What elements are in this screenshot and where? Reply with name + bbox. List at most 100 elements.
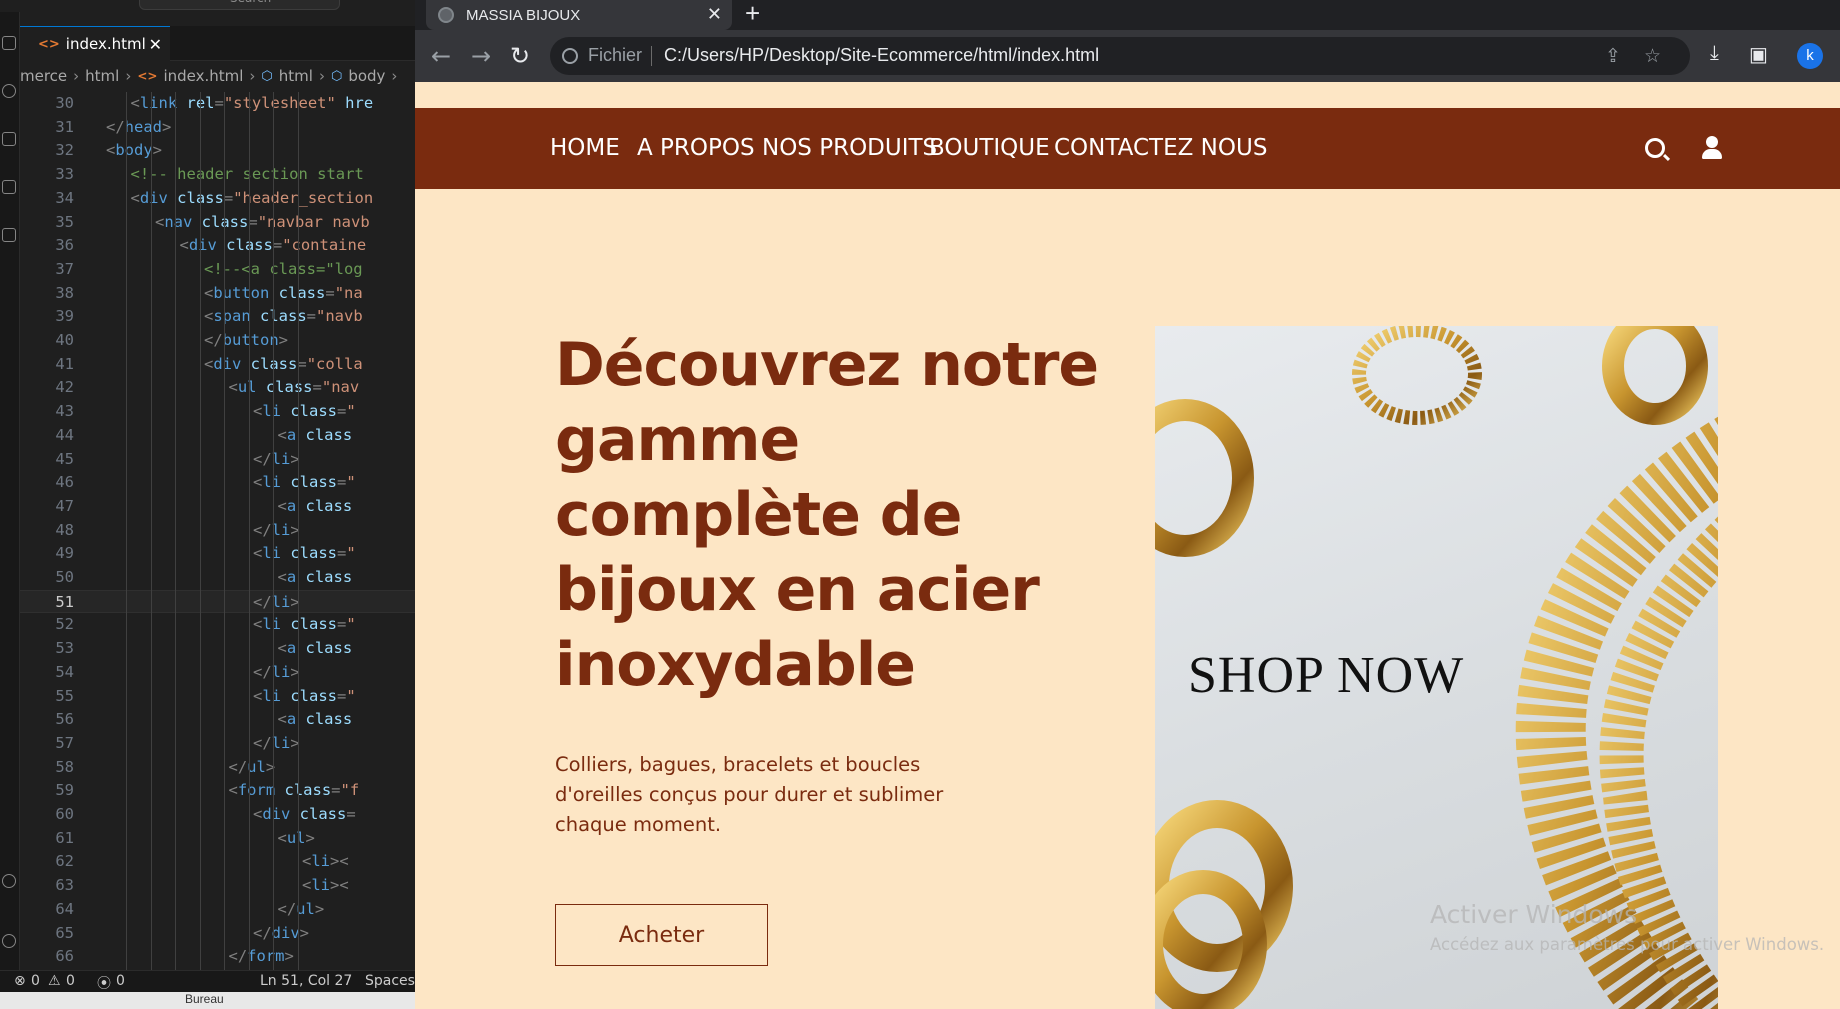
taskbar-item[interactable]: Bureau — [185, 992, 224, 1006]
code-line[interactable]: 61 <ul> — [20, 827, 415, 851]
code-line[interactable]: 66 </form> — [20, 945, 415, 969]
close-icon[interactable]: ✕ — [707, 4, 722, 25]
ports-count[interactable]: 0 — [116, 973, 125, 989]
code-line[interactable]: 38 <button class="na — [20, 282, 415, 306]
line-number: 33 — [55, 165, 74, 184]
breadcrumb-item[interactable]: merce — [20, 67, 67, 85]
code-line[interactable]: 30 <link rel="stylesheet" hre — [20, 92, 415, 116]
avatar[interactable]: k — [1797, 43, 1823, 69]
star-icon[interactable]: ☆ — [1644, 45, 1661, 68]
explorer-icon[interactable] — [2, 36, 16, 50]
code-line[interactable]: 33 <!-- header section start — [20, 163, 415, 187]
code-line[interactable]: 65 </div> — [20, 922, 415, 946]
run-debug-icon[interactable] — [2, 180, 16, 194]
code-line[interactable]: 64 </ul> — [20, 898, 415, 922]
breadcrumb-item[interactable]: index.html — [163, 67, 243, 85]
error-count[interactable]: 0 — [31, 973, 40, 989]
code-line[interactable]: 46 <li class=" — [20, 471, 415, 495]
editor-tab-index-html[interactable]: <> index.html ✕ — [20, 26, 170, 61]
info-icon[interactable] — [562, 48, 578, 64]
code-line[interactable]: 44 <a class — [20, 424, 415, 448]
code-line[interactable]: 58 </ul> — [20, 756, 415, 780]
code-line[interactable]: 62 <li>< — [20, 850, 415, 874]
browser-tabbar: MASSIA BIJOUX ✕ + — [415, 0, 1840, 30]
account-icon[interactable] — [2, 874, 16, 888]
divider — [651, 46, 652, 66]
code-line[interactable]: 56 <a class — [20, 708, 415, 732]
warning-icon[interactable]: ⚠ — [48, 973, 61, 989]
nav-link-boutique[interactable]: BOUTIQUE — [929, 135, 1050, 161]
close-icon[interactable]: ✕ — [149, 35, 162, 54]
code-line[interactable]: 49 <li class=" — [20, 542, 415, 566]
code-line[interactable]: 39 <span class="navb — [20, 305, 415, 329]
breadcrumb-item[interactable]: html — [85, 67, 119, 85]
code-text: <button class="na — [204, 283, 363, 302]
code-line[interactable]: 57 </li> — [20, 732, 415, 756]
forward-arrow-icon[interactable]: → — [471, 42, 491, 70]
code-line[interactable]: 31 </head> — [20, 116, 415, 140]
indentation-status[interactable]: Spaces: — [365, 973, 415, 989]
line-number: 54 — [55, 662, 74, 681]
code-line[interactable]: 59 <form class="f — [20, 779, 415, 803]
back-arrow-icon[interactable]: ← — [431, 42, 451, 70]
chevron-right-icon: › — [125, 67, 132, 85]
search-icon[interactable] — [1645, 138, 1665, 158]
share-icon[interactable]: ⇪ — [1605, 45, 1621, 68]
code-line[interactable]: 37 <!--<a class="log — [20, 258, 415, 282]
nav-link-nos-produits[interactable]: NOS PRODUITS — [762, 135, 937, 161]
breadcrumb-item[interactable]: html — [279, 67, 313, 85]
cursor-position[interactable]: Ln 51, Col 27 — [260, 973, 352, 989]
line-number: 66 — [55, 947, 74, 966]
source-control-icon[interactable] — [2, 132, 16, 146]
code-line[interactable]: 50 <a class — [20, 566, 415, 590]
buy-button[interactable]: Acheter — [555, 904, 768, 966]
search-icon[interactable] — [2, 84, 16, 98]
code-line[interactable]: 40 </button> — [20, 329, 415, 353]
code-line[interactable]: 45 </li> — [20, 448, 415, 472]
code-line[interactable]: 34 <div class="header_section — [20, 187, 415, 211]
code-line[interactable]: 54 </li> — [20, 661, 415, 685]
download-icon[interactable]: ⤓ — [1710, 42, 1719, 65]
nav-link-a-propos[interactable]: A PROPOS — [637, 135, 755, 161]
code-line[interactable]: 52 <li class=" — [20, 613, 415, 637]
code-line[interactable]: 60 <div class= — [20, 803, 415, 827]
ports-icon[interactable]: ⦿ — [97, 973, 111, 993]
line-number: 48 — [55, 520, 74, 539]
code-text: <a class — [277, 425, 353, 444]
errors-icon[interactable]: ⊗ — [14, 973, 26, 989]
code-line[interactable]: 36 <div class="containe — [20, 234, 415, 258]
code-text: <ul> — [277, 828, 315, 847]
code-line[interactable]: 43 <li class=" — [20, 400, 415, 424]
code-line[interactable]: 51 </li> — [20, 589, 415, 614]
breadcrumb-item[interactable]: body — [348, 67, 385, 85]
code-line[interactable]: 47 <a class — [20, 495, 415, 519]
code-line[interactable]: 53 <a class — [20, 637, 415, 661]
command-search-input[interactable]: Search — [139, 0, 340, 10]
extensions-icon[interactable] — [2, 228, 16, 242]
code-text: </form> — [228, 947, 294, 966]
code-text: </div> — [253, 923, 310, 942]
line-number: 64 — [55, 899, 74, 918]
code-line[interactable]: 48 </li> — [20, 519, 415, 543]
user-icon[interactable] — [1701, 136, 1723, 159]
reload-icon[interactable]: ↻ — [510, 42, 530, 70]
code-line[interactable]: 41 <div class="colla — [20, 353, 415, 377]
nav-link-contactez-nous[interactable]: CONTACTEZ NOUS — [1054, 135, 1267, 161]
code-line[interactable]: 32 <body> — [20, 139, 415, 163]
code-line[interactable]: 55 <li class=" — [20, 685, 415, 709]
chevron-right-icon: › — [249, 67, 256, 85]
browser-tab[interactable]: MASSIA BIJOUX ✕ — [426, 0, 732, 30]
chevron-right-icon: › — [73, 67, 80, 85]
side-panel-icon[interactable]: ▣ — [1749, 42, 1768, 67]
code-editor[interactable]: 30 <link rel="stylesheet" hre 31 </head> 32 <… — [20, 92, 415, 970]
gear-icon[interactable] — [2, 934, 16, 948]
nav-link-home[interactable]: HOME — [550, 135, 620, 161]
warning-count[interactable]: 0 — [66, 973, 75, 989]
address-bar[interactable]: Fichier C:/Users/HP/Desktop/Site-Ecommer… — [550, 37, 1690, 75]
code-line[interactable]: 35 <nav class="navbar navb — [20, 211, 415, 235]
new-tab-button[interactable]: + — [745, 0, 760, 29]
code-line[interactable]: 63 <li>< — [20, 874, 415, 898]
url-text[interactable]: C:/Users/HP/Desktop/Site-Ecommerce/html/… — [664, 45, 1099, 66]
code-line[interactable]: 42 <ul class="nav — [20, 376, 415, 400]
hero-subtitle: Colliers, bagues, bracelets et boucles d… — [555, 753, 944, 836]
